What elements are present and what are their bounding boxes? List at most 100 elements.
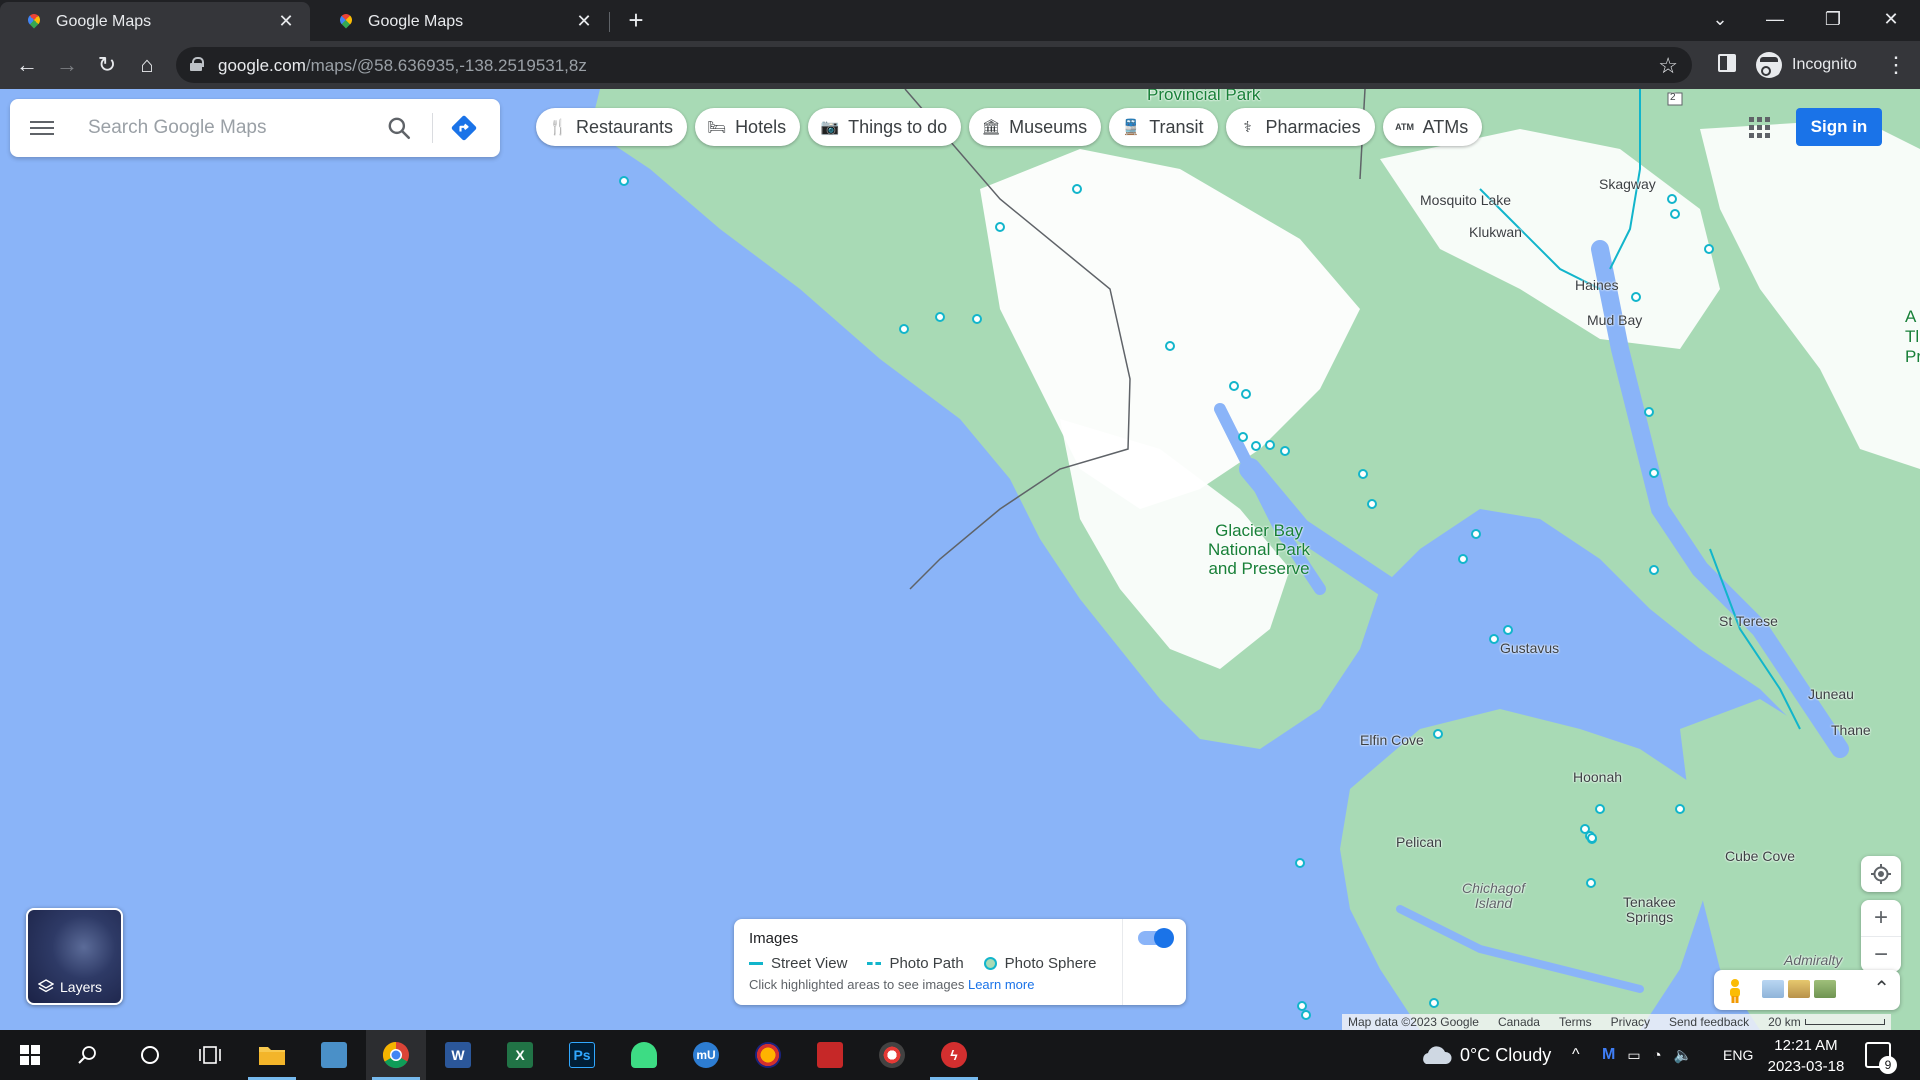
thumbnail-2[interactable] [1788,980,1810,998]
map-label-tenakee-springs[interactable]: Tenakee Springs [1623,895,1676,925]
zoom-out-button[interactable]: − [1861,936,1901,972]
zoom-in-button[interactable]: + [1861,900,1901,936]
chip-atms[interactable]: ATM ATMs [1382,108,1483,146]
map-label-provincial-park[interactable]: Provincial Park [1147,89,1260,104]
search-icon[interactable] [386,115,412,141]
show-hidden-icons[interactable]: ^ [1572,1030,1580,1080]
map-canvas[interactable]: Provincial Park Mosquito Lake Klukwan Sk… [0,89,1920,1030]
menu-icon[interactable] [30,117,54,139]
terms-link[interactable]: Terms [1559,1015,1592,1029]
tab-close-icon[interactable]: ✕ [276,11,296,32]
close-window-button[interactable]: ✕ [1866,0,1916,38]
map-label-klukwan[interactable]: Klukwan [1469,224,1522,240]
map-label-admiralty[interactable]: Admiralty [1784,952,1842,968]
word-button[interactable]: W [428,1030,488,1080]
photoshop-button[interactable]: Ps [552,1030,612,1080]
map-label-haines[interactable]: Haines [1575,277,1619,293]
new-tab-button[interactable]: + [622,5,650,35]
tab-close-icon[interactable]: ✕ [574,11,594,32]
map-label-mosquito-lake[interactable]: Mosquito Lake [1420,192,1511,208]
chichagof-island-shape [1340,709,1720,1030]
mu-app-button[interactable]: mU [676,1030,736,1080]
google-apps-icon[interactable] [1747,115,1771,139]
chip-museums[interactable]: 🏛 Museums [969,108,1102,146]
map-label-elfin-cove[interactable]: Elfin Cove [1360,732,1424,748]
legend-photo-sphere: Photo Sphere [983,955,1096,972]
minimize-button[interactable]: — [1750,0,1800,38]
map-label-thane[interactable]: Thane [1831,722,1871,738]
map-label-skagway[interactable]: Skagway [1599,176,1656,192]
chip-transit[interactable]: 🚆 Transit [1109,108,1218,146]
map-label-cube-cove[interactable]: Cube Cove [1725,848,1795,864]
map-label-pelican[interactable]: Pelican [1396,834,1442,850]
expand-icon[interactable]: ⌃ [1873,976,1890,1001]
reload-button[interactable]: ↻ [91,49,123,81]
search-button[interactable] [58,1030,118,1080]
home-button[interactable]: ⌂ [131,49,163,81]
glacier-bay-line-1: Glacier Bay [1215,521,1303,540]
battery-icon[interactable]: ▭ [1627,1047,1640,1064]
tab-search-button[interactable]: ⌄ [1695,0,1745,38]
lock-icon[interactable] [190,57,204,71]
weather-widget[interactable]: 0°C Cloudy [1418,1030,1551,1080]
browser-menu-button[interactable]: ⋮ [1880,49,1912,81]
chip-things-to-do[interactable]: 📷 Things to do [808,108,962,146]
vpn-app-button[interactable] [738,1030,798,1080]
chrome-button[interactable] [366,1030,426,1080]
search-input[interactable] [88,113,378,143]
wifi-icon[interactable]: ◔ [1653,1047,1662,1064]
privacy-link[interactable]: Privacy [1611,1015,1650,1029]
thumbnail-1[interactable] [1762,980,1784,998]
volume-icon[interactable]: 🔈 [1674,1046,1693,1064]
learn-more-link[interactable]: Learn more [968,977,1034,992]
address-bar[interactable]: google.com/maps/@58.636935,-138.2519531,… [176,47,1692,83]
tab-google-maps[interactable]: Google Maps ✕ [312,2,608,41]
tab-google-maps-active[interactable]: Google Maps ✕ [0,2,310,41]
map-data-text: Map data ©2023 Google [1348,1015,1479,1029]
control-panel-button[interactable] [304,1030,364,1080]
url-path: /maps/@58.636935,-138.2519531,8z [305,56,587,75]
flash-app-button[interactable]: ϟ [924,1030,984,1080]
language-indicator[interactable]: ENG [1723,1030,1753,1080]
scale-bar[interactable]: 20 km [1768,1015,1885,1029]
notification-center-icon[interactable]: 9 [1865,1042,1897,1074]
file-explorer-button[interactable] [242,1030,302,1080]
task-view-button[interactable] [180,1030,240,1080]
forward-button[interactable]: → [51,49,83,81]
tab-strip: Google Maps ✕ Google Maps ✕ + ⌄ — ❐ ✕ [0,0,1920,41]
map-label-hoonah[interactable]: Hoonah [1573,769,1622,785]
incognito-indicator[interactable]: Incognito [1756,47,1857,83]
sign-in-button[interactable]: Sign in [1796,108,1882,146]
excel-button[interactable]: X [490,1030,550,1080]
send-feedback-link[interactable]: Send feedback [1669,1015,1749,1029]
cortana-button[interactable] [120,1030,180,1080]
pegman-icon[interactable] [1726,978,1744,1004]
screen-recorder-button[interactable] [800,1030,860,1080]
restore-button[interactable]: ❐ [1808,0,1858,38]
chip-hotels[interactable]: 🛏 Hotels [695,108,801,146]
vpn-app-icon [755,1042,781,1068]
directions-icon[interactable] [450,114,478,142]
chip-pharmacies[interactable]: ⚕ Pharmacies [1225,108,1375,146]
my-location-button[interactable] [1861,856,1901,892]
taskbar-clock[interactable]: 12:21 AM 2023-03-18 [1756,1035,1856,1077]
layers-button[interactable]: Layers [26,908,123,1005]
map-label-mud-bay[interactable]: Mud Bay [1587,312,1642,328]
start-button[interactable] [0,1030,60,1080]
android-app-button[interactable] [614,1030,674,1080]
thumbnail-3[interactable] [1814,980,1836,998]
map-label-chichagof-island[interactable]: Chichagof Island [1462,881,1525,911]
images-toggle[interactable] [1138,928,1174,948]
url-text[interactable]: google.com/maps/@58.636935,-138.2519531,… [218,56,587,76]
bookmark-star-icon[interactable]: ☆ [1658,53,1678,79]
map-label-juneau[interactable]: Juneau [1808,686,1854,702]
chip-restaurants[interactable]: 🍴 Restaurants [536,108,688,146]
back-button[interactable]: ← [11,49,43,81]
media-app-button[interactable] [862,1030,922,1080]
side-panel-icon[interactable] [1718,54,1736,72]
map-label-st-terese[interactable]: St Terese [1719,613,1778,629]
map-label-gustavus[interactable]: Gustavus [1500,640,1559,656]
country-link[interactable]: Canada [1498,1015,1540,1029]
mail-tray-icon[interactable]: M [1602,1046,1615,1064]
map-label-glacier-bay[interactable]: Glacier Bay National Park and Preserve [1208,521,1310,578]
